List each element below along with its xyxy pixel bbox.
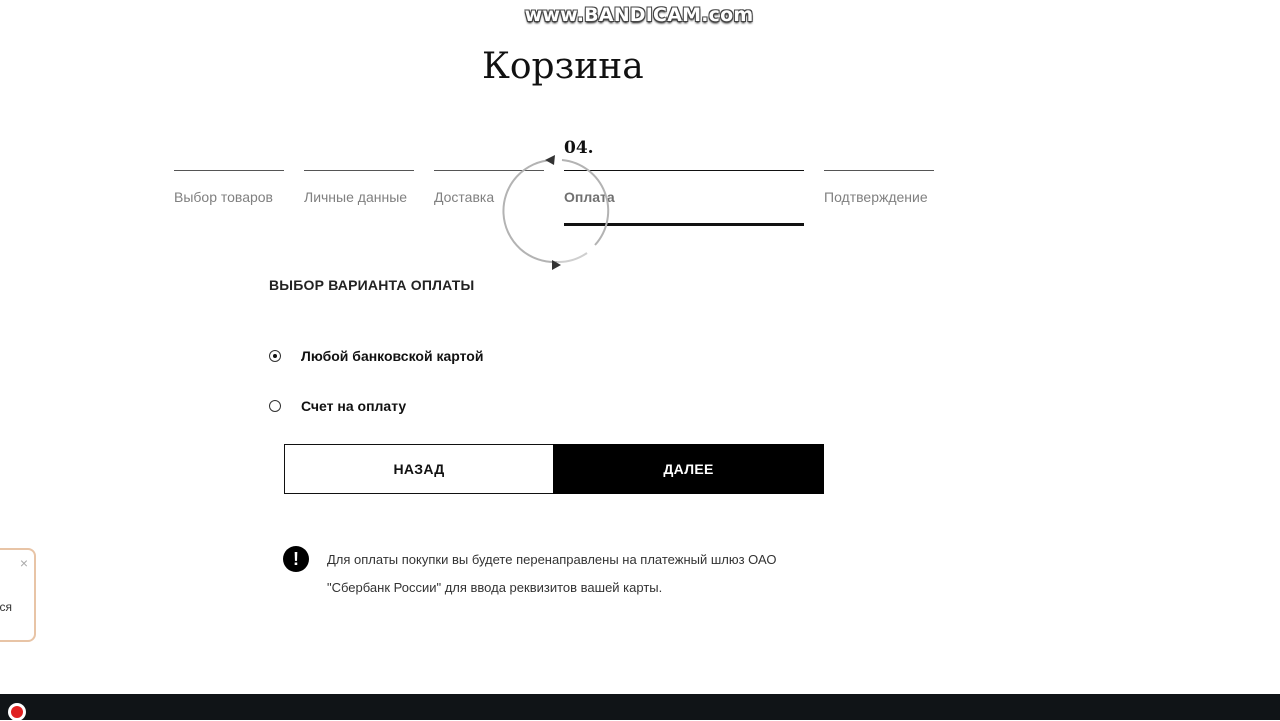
payment-option-invoice[interactable]: Счет на оплату	[269, 398, 406, 414]
loading-spinner-icon	[502, 155, 610, 270]
back-button[interactable]: НАЗАД	[284, 444, 554, 494]
step-label: Доставка	[434, 189, 495, 205]
popup-text: ся	[0, 600, 12, 614]
payment-option-label: Любой банковской картой	[301, 348, 484, 364]
record-icon[interactable]	[8, 703, 26, 721]
step-label: Выбор товаров	[174, 189, 273, 205]
side-popup: × ся	[0, 548, 36, 642]
payment-option-card[interactable]: Любой банковской картой	[269, 348, 483, 364]
close-icon[interactable]: ×	[20, 555, 28, 571]
page-title: Корзина	[482, 46, 644, 87]
step-label: Подтверждение	[824, 189, 928, 205]
step-products[interactable]: Выбор товаров	[174, 170, 284, 205]
payment-option-label: Счет на оплату	[301, 398, 407, 414]
step-personal-data[interactable]: Личные данные	[304, 170, 414, 205]
exclamation-icon: !	[283, 546, 309, 572]
taskbar	[0, 694, 1280, 721]
bandicam-watermark: www.BANDICAM.com	[524, 4, 754, 26]
payment-method-heading: ВЫБОР ВАРИАНТА ОПЛАТЫ	[269, 277, 475, 293]
radio-button[interactable]	[269, 400, 281, 412]
step-label: Личные данные	[304, 189, 408, 205]
step-confirmation: Подтверждение	[824, 170, 934, 205]
next-button[interactable]: ДАЛЕЕ	[553, 444, 824, 494]
radio-button-checked[interactable]	[269, 350, 281, 362]
payment-notice-text: Для оплаты покупки вы будете перенаправл…	[327, 552, 777, 595]
